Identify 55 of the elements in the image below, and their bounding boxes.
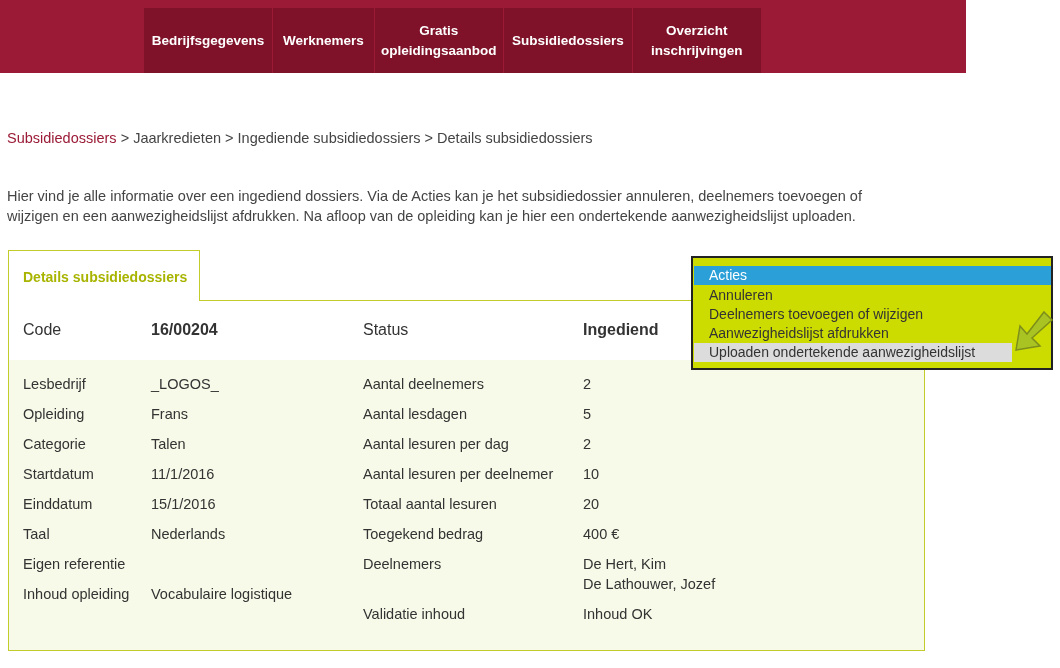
breadcrumb-link[interactable]: Subsidiedossiers [7,130,117,146]
menu-item[interactable]: Uploaden ondertekende aanwezigheidslijst [694,343,1012,362]
breadcrumb-item: Details subsidiedossiers [437,130,593,146]
field-label: Aantal lesuren per deelnemer [363,464,555,484]
field-label: Aantal lesuren per dag [363,434,510,454]
field-value: 16/00204 [151,320,219,341]
arrow-icon [1014,310,1054,352]
field-value: 15/1/2016 [151,494,216,514]
nav-item[interactable]: Overzicht inschrijvingen [632,8,761,73]
intro-text: Hier vind je alle informatie over een ingediend dossiers. Via de Acties kan je het subsidiedossier annuleren, deelnemers toevoegen of wijzigen en een aanwezigheidslijst afdrukken. Na afloop van de opleiding kan je hier een ondertekende aanwezigheidslijst uploaden. [7,186,863,226]
menu-item[interactable]: Aanwezigheidslijst afdrukken [694,324,1012,343]
field-label: Taal [22,524,51,544]
menu-item[interactable]: Deelnemers toevoegen of wijzigen [694,305,1012,324]
field-label: Deelnemers [363,554,443,574]
field-label: Code [22,320,63,341]
field-value: _LOGOS_ [151,374,219,394]
field-value: Vocabulaire logistique [151,584,293,604]
field-label: Toegekend bedrag [363,524,485,544]
menu-item[interactable]: Annuleren [694,286,1012,305]
field-label: Opleiding [22,404,86,424]
field-value: De Hert, Kim [583,554,667,574]
field-value: 10 [583,464,600,484]
field-value: Nederlands [151,524,226,544]
field-value: 400 € [583,524,620,544]
field-label: Lesbedrijf [22,374,87,394]
field-value: De Lathouwer, Jozef [583,574,716,594]
nav-item[interactable]: Subsidiedossiers [503,8,632,73]
field-label: Validatie inhoud [363,604,467,624]
breadcrumb-separator: > [119,130,131,146]
field-value: Frans [151,404,189,424]
field-label: Aantal lesdagen [363,404,468,424]
nav-item[interactable]: Bedrijfsgegevens [144,8,272,73]
field-value: 2 [583,374,592,394]
field-label: Einddatum [22,494,94,514]
field-label: Status [363,320,410,341]
field-label: Startdatum [22,464,95,484]
nav-item[interactable]: Gratis opleidingsaanbod [374,8,503,73]
field-value: 2 [583,434,592,454]
breadcrumb-item: Jaarkredieten [133,130,221,146]
breadcrumb-separator: > [224,130,235,146]
field-label: Inhoud opleiding [22,584,131,604]
breadcrumb-item: Ingediende subsidiedossiers [237,130,421,146]
menu-header: Acties [694,266,1051,285]
field-value: 5 [583,404,592,424]
breadcrumb-separator: > [423,130,435,146]
field-value: Talen [151,434,186,454]
field-value: 20 [583,494,600,514]
nav-item[interactable]: Werknemers [273,8,374,73]
field-label: Aantal deelnemers [363,374,485,394]
field-label: Categorie [22,434,87,454]
field-value: Ingediend [583,320,659,341]
field-label: Totaal aantal lesuren [363,494,498,514]
field-label: Eigen referentie [22,554,127,574]
field-value: 11/1/2016 [151,464,215,484]
field-value: Inhoud OK [583,604,653,624]
